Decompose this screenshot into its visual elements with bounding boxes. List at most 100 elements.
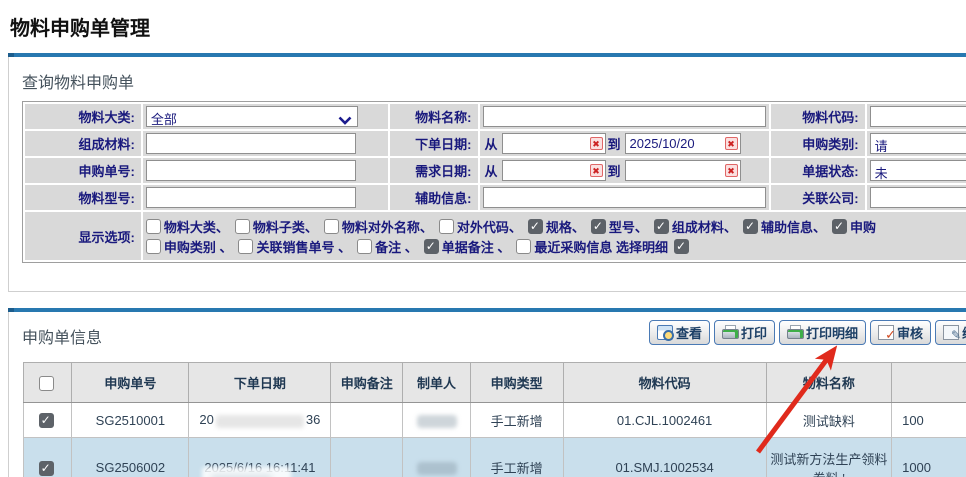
display-option-checkbox[interactable]	[516, 239, 531, 254]
material-model-label: 物料型号:	[25, 185, 141, 210]
display-option: 型号、	[591, 217, 648, 236]
demand-date-from-input[interactable]: ✖	[502, 160, 606, 181]
requisition-type-cell: 手工新增	[470, 403, 563, 438]
form-row-2: 组成材料: 下单日期: 从✖到2025/10/20✖ 申购类别: 请	[25, 131, 966, 156]
display-option: 规格、	[528, 217, 585, 236]
row-checkbox[interactable]	[39, 413, 54, 428]
requisition-no-cell: SG2506002	[72, 438, 189, 477]
demand-date-to-input[interactable]: ✖	[625, 160, 741, 181]
search-panel-title: 查询物料申购单	[22, 69, 134, 93]
display-options-label: 显示选项:	[25, 212, 141, 260]
display-option-checkbox[interactable]	[424, 239, 439, 254]
display-option-checkbox[interactable]	[832, 219, 847, 234]
form-row-display-options: 显示选项: 物料大类、物料子类、物料对外名称、对外代码、规格、型号、组成材料、辅…	[25, 212, 966, 260]
related-company-label: 关联公司:	[771, 185, 864, 210]
blur-overlay	[417, 462, 457, 475]
display-option-checkbox[interactable]	[528, 219, 543, 234]
row-checkbox-cell	[24, 438, 72, 477]
display-option-checkbox[interactable]	[238, 239, 253, 254]
requisition-remark-cell	[331, 403, 403, 438]
column-header-empty	[892, 363, 966, 403]
display-option-checkbox[interactable]	[324, 219, 339, 234]
display-option: 备注 、	[357, 237, 418, 256]
requisition-no-label: 申购单号:	[25, 158, 141, 183]
查看-button[interactable]: 查看	[649, 320, 710, 345]
display-option-checkbox[interactable]	[357, 239, 372, 254]
display-options-line2: 申购类别 、关联销售单号 、 备注 、 单据备注 、最近采购信息 选择明细	[146, 236, 966, 256]
打印-button[interactable]: 打印	[714, 320, 775, 345]
material-code-cell: 01.SMJ.1002534	[563, 438, 766, 477]
demand-date-label: 需求日期:	[390, 158, 478, 183]
display-option-label: 物料子类、	[253, 217, 318, 236]
display-option-checkbox[interactable]	[743, 219, 758, 234]
审核-button[interactable]: 审核	[870, 320, 931, 345]
button-label: 查看	[676, 323, 702, 342]
date-picker-icon[interactable]: ✖	[725, 164, 738, 177]
material-model-input[interactable]	[146, 187, 356, 208]
requisition-category-label: 申购类别:	[771, 131, 864, 156]
order-date-from-input[interactable]: ✖	[502, 133, 606, 154]
demand-date-to-label: 到	[608, 161, 621, 180]
display-option-checkbox[interactable]	[146, 239, 161, 254]
display-option-checkbox[interactable]	[235, 219, 250, 234]
button-label: 编辑	[962, 323, 966, 342]
order-date-cell: 2036	[189, 403, 331, 438]
编辑-button[interactable]: 编辑	[935, 320, 966, 345]
column-header: 制单人	[403, 363, 471, 403]
column-header-empty	[24, 363, 72, 403]
display-option-checkbox[interactable]	[591, 219, 606, 234]
display-options-line1: 物料大类、物料子类、物料对外名称、对外代码、规格、型号、组成材料、辅助信息、申购	[146, 216, 966, 236]
column-header: 申购单号	[72, 363, 189, 403]
material-name-cell: 测试新方法生产领料卷料 '	[766, 438, 891, 477]
display-option-label: 物料对外名称、	[342, 217, 433, 236]
column-header: 物料代码	[563, 363, 766, 403]
display-option	[674, 239, 692, 254]
material-name-input[interactable]	[483, 106, 766, 127]
display-option: 组成材料、	[654, 217, 737, 236]
display-option-label: 单据备注 、	[442, 237, 511, 256]
display-option: 关联销售单号 、	[238, 237, 351, 256]
material-code-input[interactable]	[870, 106, 966, 127]
requisition-category-select[interactable]: 请	[870, 133, 966, 154]
order-date-to-input[interactable]: 2025/10/20✖	[625, 133, 741, 154]
select-all-checkbox[interactable]	[39, 376, 54, 391]
display-option-checkbox[interactable]	[674, 239, 689, 254]
button-label: 审核	[897, 323, 923, 342]
order-date-cell: 2025/6/16 16:11:41	[189, 438, 331, 477]
blur-overlay	[216, 415, 304, 428]
display-option-label: 组成材料、	[672, 217, 737, 236]
display-option: 最近采购信息 选择明细	[516, 237, 668, 256]
row-checkbox[interactable]	[39, 461, 54, 476]
table-row[interactable]: SG25060022025/6/16 16:11:41 手工新增01.SMJ.10…	[24, 438, 966, 477]
material-name-label: 物料名称:	[390, 104, 478, 129]
date-picker-icon[interactable]: ✖	[725, 137, 738, 150]
creator-cell	[403, 403, 471, 438]
display-option: 申购类别 、	[146, 237, 233, 256]
display-option-label: 规格、	[546, 217, 585, 236]
material-category-select[interactable]: 全部	[146, 106, 358, 127]
doc-status-select[interactable]: 未	[870, 160, 966, 181]
requisition-no-cell: SG2510001	[72, 403, 189, 438]
display-option-label: 备注 、	[375, 237, 418, 256]
requisition-no-input[interactable]	[146, 160, 356, 181]
audit-icon	[878, 325, 894, 340]
打印明细-button[interactable]: 打印明细	[779, 320, 866, 345]
component-material-input[interactable]	[146, 133, 356, 154]
date-picker-icon[interactable]: ✖	[590, 164, 603, 177]
results-panel-title: 申购单信息	[22, 324, 102, 348]
display-option-label: 物料大类、	[164, 217, 229, 236]
chevron-down-icon	[338, 113, 352, 127]
aux-info-input[interactable]	[483, 187, 766, 208]
requisition-type-cell: 手工新增	[470, 438, 563, 477]
column-header: 物料名称	[766, 363, 891, 403]
form-row-4: 物料型号: 辅助信息: 关联公司:	[25, 185, 966, 210]
display-option-checkbox[interactable]	[654, 219, 669, 234]
table-row[interactable]: SG25100012036手工新增01.CJL.1002461测试缺料100	[24, 403, 966, 438]
creator-cell	[403, 438, 471, 477]
date-picker-icon[interactable]: ✖	[590, 137, 603, 150]
column-header: 申购备注	[331, 363, 403, 403]
display-option-checkbox[interactable]	[439, 219, 454, 234]
display-option-checkbox[interactable]	[146, 219, 161, 234]
related-company-input[interactable]	[870, 187, 966, 208]
aux-info-label: 辅助信息:	[390, 185, 478, 210]
